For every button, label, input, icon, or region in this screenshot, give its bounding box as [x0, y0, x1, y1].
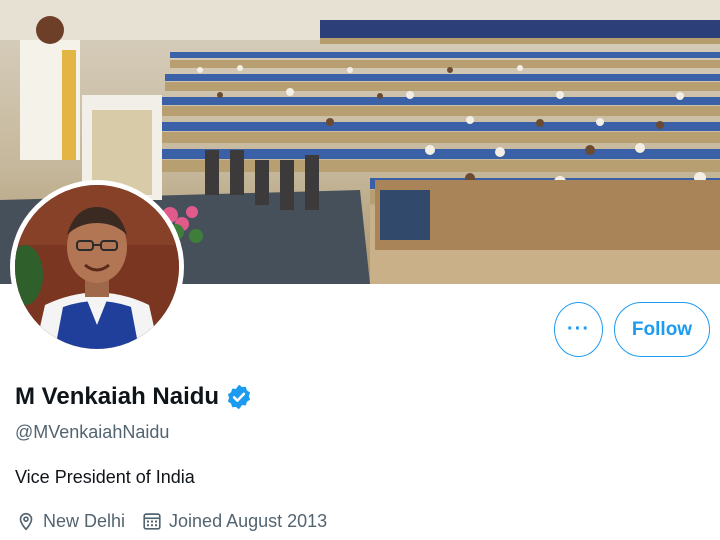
follow-button-label: Follow — [631, 318, 693, 340]
more-options-label: ··· — [567, 318, 590, 340]
display-name-row: M Venkaiah Naidu — [15, 383, 253, 411]
calendar-icon — [141, 510, 163, 532]
profile-bio: Vice President of India — [15, 467, 195, 487]
avatar-photo — [15, 185, 179, 349]
more-options-button[interactable]: ··· — [554, 302, 603, 357]
user-handle: @MVenkaiahNaidu — [15, 422, 170, 442]
location-pin-icon — [15, 510, 37, 532]
display-name: M Venkaiah Naidu — [15, 383, 220, 410]
verified-badge-icon[interactable] — [225, 383, 253, 411]
joined-item: Joined August 2013 — [141, 510, 327, 532]
location-item: New Delhi — [15, 510, 125, 532]
profile-avatar[interactable] — [10, 180, 184, 354]
joined-date-text: Joined August 2013 — [169, 510, 328, 531]
location-text: New Delhi — [43, 510, 126, 531]
profile-meta: New Delhi Joined August 2013 — [15, 510, 343, 532]
follow-button[interactable]: Follow — [614, 302, 710, 357]
